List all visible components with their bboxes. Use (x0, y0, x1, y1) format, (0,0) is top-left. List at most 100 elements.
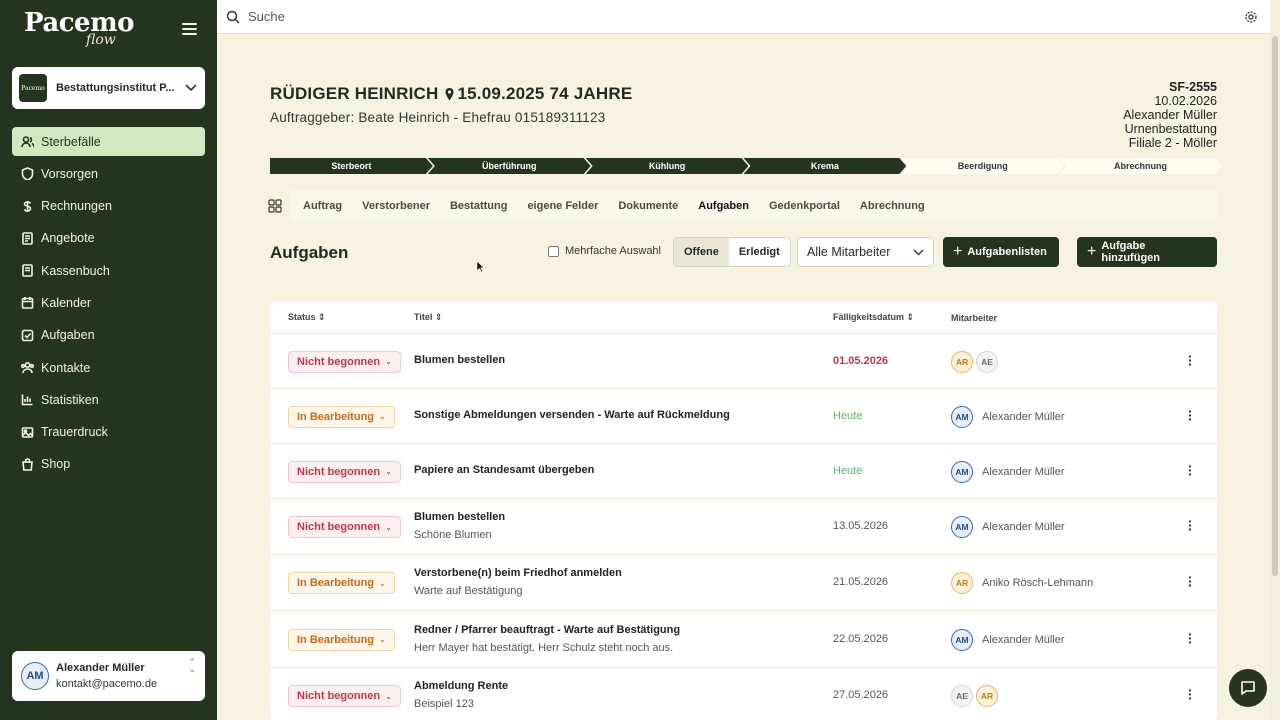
brand-name: Pacemo (24, 8, 134, 38)
sidebar-item-aufgaben[interactable]: Aufgaben (12, 321, 205, 350)
task-title[interactable]: Blumen bestellen (414, 354, 505, 366)
menu-icon[interactable] (182, 23, 197, 35)
death-date-age: 15.09.2025 74 JAHRE (457, 84, 633, 103)
multi-select-checkbox[interactable] (548, 245, 559, 257)
status-dropdown[interactable]: In Bearbeitung ⌄ (288, 628, 395, 651)
header-staff: Mitarbeiter (951, 312, 998, 323)
sidebar-item-sterbefälle[interactable]: Sterbefälle (12, 127, 205, 156)
page-scrollbar[interactable] (1270, 0, 1280, 720)
image-icon (20, 425, 34, 439)
table-row[interactable]: Nicht begonnen ⌄ Papiere an Standesamt übe… (270, 444, 1217, 499)
sidebar-item-trauerdruck[interactable]: Trauerdruck (12, 418, 205, 447)
table-row[interactable]: In Bearbeitung ⌄ Verstorbene(n) beim Fried… (270, 555, 1217, 611)
org-name: Bestattungsinstitut P... (56, 82, 175, 94)
sidebar-item-label: Kassenbuch (41, 263, 110, 278)
case-progress: Sterbeort Überführung Kühlung Krema Beerdigu… (270, 158, 1217, 174)
table-row[interactable]: In Bearbeitung ⌄ Sonstige Abmeldungen vers… (270, 389, 1217, 444)
staff-name: Alexander Müller (982, 633, 1065, 646)
task-title[interactable]: Redner / Pfarrer beauftragt - Warte auf … (414, 624, 680, 636)
gear-icon[interactable] (1244, 10, 1258, 24)
task-due-date: 21.05.2026 (833, 576, 889, 588)
user-card[interactable]: AM Alexander Müller kontakt@pacemo.de ⌃ ⌄ (12, 651, 205, 701)
tab-aufgaben[interactable]: Aufgaben (688, 190, 759, 221)
sidebar-item-kassenbuch[interactable]: Kassenbuch (12, 256, 205, 285)
tab-abrechnung[interactable]: Abrechnung (850, 190, 935, 221)
table-row[interactable]: Nicht begonnen ⌄ Blumen bestellen Schöne Bl… (270, 499, 1217, 555)
status-dropdown[interactable]: In Bearbeitung ⌄ (288, 405, 395, 428)
sidebar-item-label: Angebote (41, 231, 95, 246)
grid-icon[interactable] (268, 198, 282, 213)
avatar: AR (951, 350, 973, 373)
brand-logo[interactable]: Pacemo flow (24, 8, 134, 48)
chat-button[interactable] (1229, 669, 1267, 707)
header-due[interactable]: Fälligkeitsdatum ⇕ (833, 312, 914, 323)
more-options-icon[interactable]: · · · (1188, 404, 1193, 426)
status-dropdown[interactable]: Nicht begonnen ⌄ (288, 685, 401, 707)
chevron-down-icon (185, 84, 197, 92)
document-icon (20, 231, 34, 245)
org-switcher[interactable]: Pacemo Bestattungsinstitut P... (12, 67, 205, 109)
avatar: AR (976, 685, 998, 707)
filter-open-button[interactable]: Offene (674, 238, 729, 266)
task-title[interactable]: Papiere an Standesamt übergeben (414, 464, 594, 476)
more-options-icon[interactable]: · · · (1188, 459, 1193, 481)
more-options-icon[interactable]: · · · (1188, 627, 1193, 649)
case-tabs: Auftrag Verstorbener Bestattung eigene Feld… (268, 190, 1217, 221)
task-description: Herr Mayer hat bestätigt. Herr Schulz st… (414, 641, 674, 654)
task-staff: AM Alexander Müller (951, 516, 1065, 538)
status-dropdown[interactable]: In Bearbeitung ⌄ (288, 572, 395, 594)
filter-done-button[interactable]: Erledigt (729, 238, 790, 266)
tab-eigene-felder[interactable]: eigene Felder (517, 190, 608, 221)
case-date: 10.02.2026 (1154, 94, 1217, 108)
sidebar-item-rechnungen[interactable]: Rechnungen (12, 192, 205, 221)
sidebar-item-kalender[interactable]: Kalender (12, 288, 205, 317)
task-title[interactable]: Verstorbene(n) beim Friedhof anmelden (414, 567, 622, 579)
progress-step[interactable]: Kühlung (586, 158, 749, 174)
status-dropdown[interactable]: Nicht begonnen ⌄ (288, 460, 401, 483)
sidebar-item-shop[interactable]: Shop (12, 450, 205, 479)
checkbox-icon (20, 328, 34, 342)
progress-step[interactable]: Krema (743, 158, 906, 174)
tab-bestattung[interactable]: Bestattung (440, 190, 517, 221)
tab-gedenkportal[interactable]: Gedenkportal (759, 190, 850, 221)
search-input[interactable] (248, 9, 1148, 24)
chevron-down-icon (913, 249, 924, 255)
more-options-icon[interactable]: · · · (1188, 683, 1193, 705)
more-options-icon[interactable]: · · · (1188, 570, 1193, 592)
more-options-icon[interactable]: · · · (1188, 514, 1193, 536)
more-options-icon[interactable]: · · · (1188, 349, 1193, 371)
sidebar-item-vorsorgen[interactable]: Vorsorgen (12, 159, 205, 188)
multi-select[interactable]: Mehrfache Auswahl (548, 245, 661, 257)
tab-dokumente[interactable]: Dokumente (608, 190, 688, 221)
task-staff: AM Alexander Müller (951, 405, 1065, 428)
table-row[interactable]: In Bearbeitung ⌄ Redner / Pfarrer beauftra… (270, 611, 1217, 668)
status-dropdown[interactable]: Nicht begonnen ⌄ (288, 516, 401, 538)
tab-auftrag[interactable]: Auftrag (293, 190, 352, 221)
sidebar-item-label: Kontakte (41, 360, 91, 375)
progress-step[interactable]: Überführung (428, 158, 591, 174)
task-description: Beispiel 123 (414, 698, 474, 710)
sidebar-item-angebote[interactable]: Angebote (12, 224, 205, 253)
header-status[interactable]: Status ⇕ (288, 312, 326, 323)
progress-step[interactable]: Abrechnung (1059, 158, 1222, 174)
task-lists-button[interactable]: + Aufgabenlisten (943, 237, 1059, 267)
plus-icon: + (1087, 243, 1097, 260)
table-row[interactable]: Nicht begonnen ⌄ Blumen bestellen 01.05.202… (270, 334, 1217, 389)
staff-filter-select[interactable]: Alle Mitarbeiter (797, 237, 934, 267)
sidebar-item-statistiken[interactable]: Statistiken (12, 385, 205, 414)
status-dropdown[interactable]: Nicht begonnen ⌄ (288, 350, 401, 373)
tab-verstorbener[interactable]: Verstorbener (352, 190, 440, 221)
table-row[interactable]: Nicht begonnen ⌄ Abmeldung Rente Beispiel 1… (270, 668, 1217, 720)
add-task-label: Aufgabe hinzufügen (1101, 240, 1160, 264)
header-title[interactable]: Titel ⇕ (414, 312, 442, 323)
case-type: Urnenbestattung (1124, 122, 1217, 136)
task-title[interactable]: Blumen bestellen (414, 511, 505, 523)
sidebar: Pacemo flow Pacemo Bestattungsinstitut P… (0, 0, 217, 720)
task-title[interactable]: Abmeldung Rente (414, 680, 508, 692)
add-task-button[interactable]: + Aufgabe hinzufügen (1077, 237, 1217, 267)
sidebar-item-kontakte[interactable]: Kontakte (12, 353, 205, 382)
progress-step[interactable]: Beerdigung (901, 158, 1064, 174)
chevron-down-icon: ⌄ (379, 635, 386, 644)
task-title[interactable]: Sonstige Abmeldungen versenden - Warte a… (414, 409, 730, 421)
progress-step[interactable]: Sterbeort (270, 158, 433, 174)
